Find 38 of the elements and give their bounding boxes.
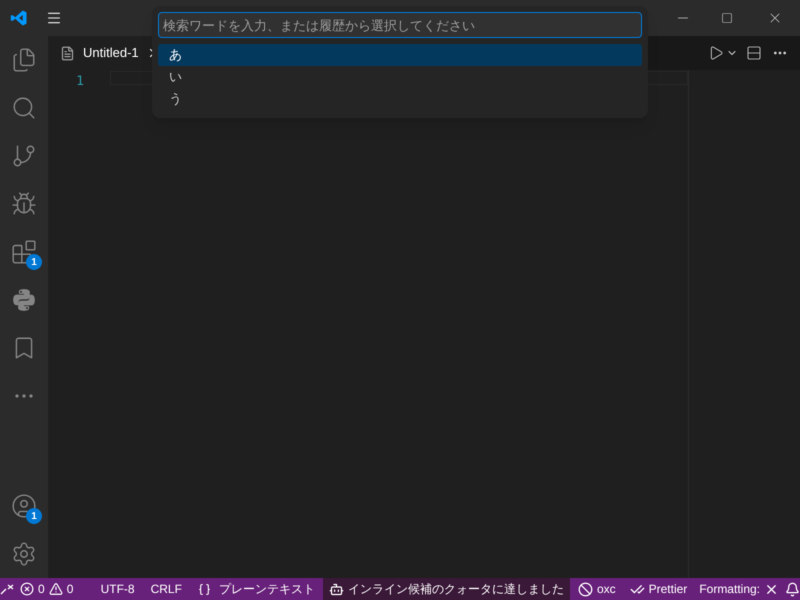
status-item[interactable]: CRLF xyxy=(142,578,190,600)
blocked-icon xyxy=(578,582,593,596)
run-icon[interactable] xyxy=(708,45,724,61)
ellipsis-icon xyxy=(15,394,33,398)
braces-icon xyxy=(198,582,211,596)
split-editor-icon[interactable] xyxy=(746,45,762,61)
files-icon xyxy=(11,47,37,73)
status-item[interactable]: UTF-8 xyxy=(92,578,143,600)
logo-icon xyxy=(10,9,28,27)
maximize-icon[interactable] xyxy=(721,12,733,24)
problems-button[interactable]: 0 0 xyxy=(14,578,80,600)
formatting-button[interactable]: Formatting: xyxy=(693,578,785,600)
settings-icon xyxy=(11,541,37,567)
robot-icon xyxy=(328,582,344,596)
snake-icon xyxy=(11,287,37,313)
remote-icon xyxy=(0,582,14,596)
language-button[interactable]: プレーンテキスト xyxy=(190,578,323,600)
bug-icon xyxy=(11,191,37,217)
account-icon xyxy=(11,493,37,519)
search-icon xyxy=(11,95,37,121)
error-icon xyxy=(20,582,34,596)
oxc-button[interactable]: oxc xyxy=(570,578,624,600)
warning-icon xyxy=(48,582,63,596)
line-number: 1 xyxy=(75,73,85,91)
quota-warning[interactable]: インライン候補のクォータに達しました xyxy=(322,578,570,600)
file-icon xyxy=(60,46,75,60)
history-item[interactable]: あ xyxy=(158,44,642,66)
prettier-button[interactable]: Prettier xyxy=(624,578,694,600)
bell-icon xyxy=(785,582,800,596)
activity-item[interactable]: 1 xyxy=(0,228,48,276)
history-item[interactable]: う xyxy=(158,88,642,110)
search-field[interactable]: 検索ワードを入力、または履歴から選択してください xyxy=(158,12,642,38)
blocks-icon xyxy=(11,239,37,265)
count-badge: 1 xyxy=(26,254,42,270)
branch-icon xyxy=(11,143,37,169)
activity-item[interactable]: 1 xyxy=(0,482,48,530)
menu-icon[interactable] xyxy=(46,10,62,26)
count-badge: 1 xyxy=(26,508,42,524)
